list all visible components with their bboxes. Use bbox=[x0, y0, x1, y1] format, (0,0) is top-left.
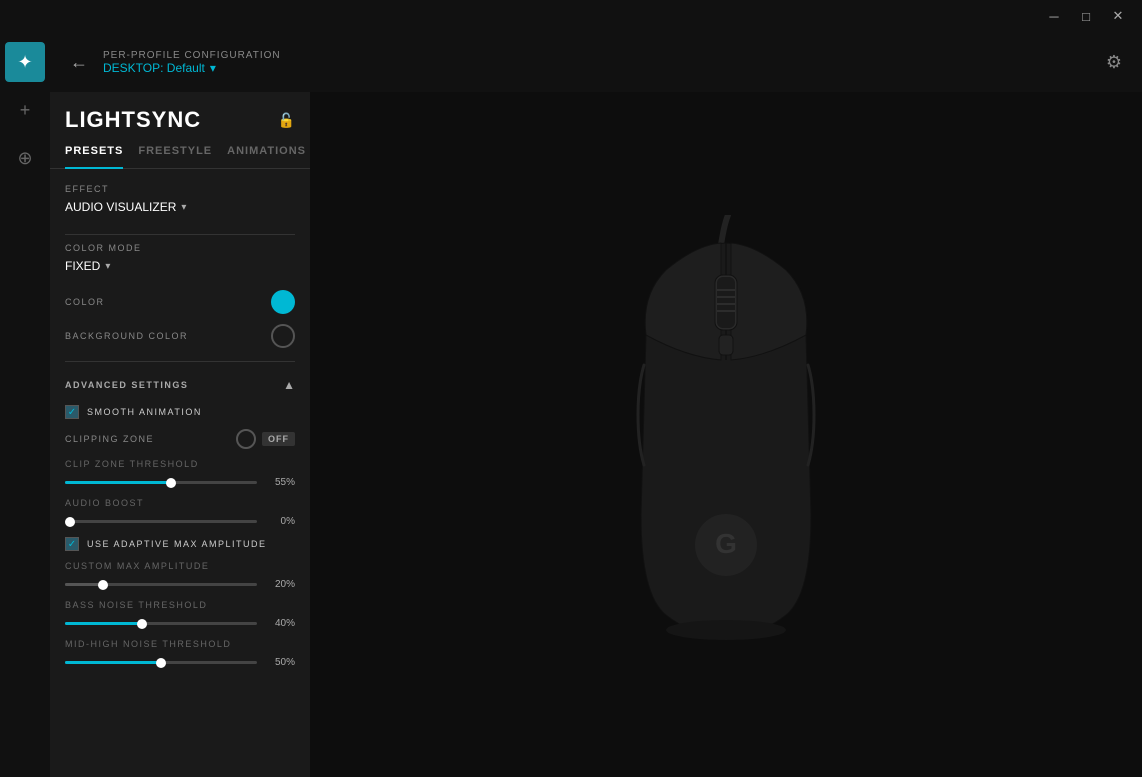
clipping-zone-row: CLIPPING ZONE OFF bbox=[50, 424, 310, 454]
bass-noise-fill bbox=[65, 622, 142, 625]
color-label: COLOR bbox=[65, 297, 105, 307]
lightsync-nav-item[interactable]: ✦ bbox=[5, 42, 45, 82]
svg-text:G: G bbox=[715, 528, 737, 559]
use-adaptive-row: USE ADAPTIVE MAX AMPLITUDE bbox=[50, 532, 310, 556]
clip-zone-threshold-track[interactable] bbox=[65, 481, 257, 484]
bass-noise-thumb[interactable] bbox=[137, 619, 147, 629]
clip-zone-threshold-label: CLIP ZONE THRESHOLD bbox=[65, 459, 295, 469]
bass-noise-section: BASS NOISE THRESHOLD 40% bbox=[50, 595, 310, 634]
clip-zone-value: 55% bbox=[265, 477, 295, 488]
custom-max-amplitude-row: 20% bbox=[65, 579, 295, 590]
header-left: ← PER-PROFILE CONFIGURATION DESKTOP: Def… bbox=[70, 50, 281, 75]
clipping-zone-toggle: OFF bbox=[236, 429, 295, 449]
mid-high-thumb[interactable] bbox=[156, 658, 166, 668]
bass-noise-track[interactable] bbox=[65, 622, 257, 625]
audio-boost-row: 0% bbox=[65, 516, 295, 527]
custom-max-amplitude-label: CUSTOM MAX AMPLITUDE bbox=[65, 561, 295, 571]
panel-header: LIGHTSYNC 🔓 bbox=[50, 92, 310, 133]
mouse-svg: G bbox=[566, 215, 886, 655]
tab-presets[interactable]: PRESETS bbox=[65, 145, 123, 169]
lightsync-icon: ✦ bbox=[17, 52, 32, 73]
color-mode-label: COLOR MODE bbox=[65, 243, 295, 253]
audio-boost-thumb[interactable] bbox=[65, 517, 75, 527]
icon-bar: ✦ + ⊕ bbox=[0, 32, 50, 777]
custom-max-amplitude-track[interactable] bbox=[65, 583, 257, 586]
use-adaptive-checkbox[interactable] bbox=[65, 537, 79, 551]
smooth-animation-label: SMOOTH ANIMATION bbox=[87, 407, 202, 417]
mid-high-noise-label: MID-HIGH NOISE THRESHOLD bbox=[65, 639, 295, 649]
mouse-display: G bbox=[566, 215, 886, 655]
side-panel: LIGHTSYNC 🔓 PRESETS FREESTYLE ANIMATIONS… bbox=[50, 92, 310, 777]
color-mode-arrow: ▾ bbox=[105, 261, 110, 272]
back-button[interactable]: ← bbox=[70, 52, 88, 73]
collapse-icon: ▲ bbox=[283, 378, 295, 392]
header-bar: ← PER-PROFILE CONFIGURATION DESKTOP: Def… bbox=[50, 32, 1142, 92]
advanced-settings-header[interactable]: ADVANCED SETTINGS ▲ bbox=[50, 370, 310, 400]
plus-icon: + bbox=[20, 100, 31, 121]
use-adaptive-label: USE ADAPTIVE MAX AMPLITUDE bbox=[87, 539, 267, 549]
custom-max-thumb[interactable] bbox=[98, 580, 108, 590]
profile-dropdown-arrow: ▾ bbox=[210, 61, 216, 75]
crosshair-icon: ⊕ bbox=[17, 148, 32, 169]
background-color-picker[interactable] bbox=[271, 324, 295, 348]
advanced-title: ADVANCED SETTINGS bbox=[65, 380, 188, 390]
mid-high-value: 50% bbox=[265, 657, 295, 668]
bass-noise-row: 40% bbox=[65, 618, 295, 629]
tabs-container: PRESETS FREESTYLE ANIMATIONS bbox=[50, 133, 310, 169]
clip-zone-thumb[interactable] bbox=[166, 478, 176, 488]
title-bar: ─ □ ✕ bbox=[0, 0, 1142, 32]
color-mode-dropdown[interactable]: FIXED ▾ bbox=[65, 259, 295, 273]
effect-section: EFFECT AUDIO VISUALIZER ▾ bbox=[50, 184, 310, 226]
panel-title: LIGHTSYNC bbox=[65, 107, 201, 133]
audio-boost-label: AUDIO BOOST bbox=[65, 498, 295, 508]
clip-zone-fill bbox=[65, 481, 171, 484]
color-mode-value: FIXED bbox=[65, 259, 100, 273]
clipping-zone-toggle-circle[interactable] bbox=[236, 429, 256, 449]
smooth-animation-row: SMOOTH ANIMATION bbox=[50, 400, 310, 424]
color-mode-section: COLOR MODE FIXED ▾ bbox=[50, 243, 310, 285]
settings-button[interactable]: ⚙ bbox=[1106, 52, 1122, 73]
divider-1 bbox=[65, 234, 295, 235]
clip-zone-threshold-section: CLIP ZONE THRESHOLD 55% bbox=[50, 454, 310, 493]
clip-zone-threshold-row: 55% bbox=[65, 477, 295, 488]
background-color-label: BACKGROUND COLOR bbox=[65, 331, 188, 341]
tab-animations[interactable]: ANIMATIONS bbox=[227, 145, 306, 169]
header-info: PER-PROFILE CONFIGURATION DESKTOP: Defau… bbox=[103, 50, 281, 75]
background-color-row: BACKGROUND COLOR bbox=[50, 319, 310, 353]
color-picker[interactable] bbox=[271, 290, 295, 314]
mid-high-noise-track[interactable] bbox=[65, 661, 257, 664]
effect-dropdown[interactable]: AUDIO VISUALIZER ▾ bbox=[65, 200, 295, 214]
minimize-button[interactable]: ─ bbox=[1038, 0, 1070, 32]
profile-name: DESKTOP: Default bbox=[103, 61, 205, 75]
bass-noise-label: BASS NOISE THRESHOLD bbox=[65, 600, 295, 610]
color-row: COLOR bbox=[50, 285, 310, 319]
content-area: G bbox=[310, 92, 1142, 777]
effect-dropdown-arrow: ▾ bbox=[181, 202, 186, 213]
mid-high-noise-section: MID-HIGH NOISE THRESHOLD 50% bbox=[50, 634, 310, 673]
smooth-animation-checkbox[interactable] bbox=[65, 405, 79, 419]
divider-2 bbox=[65, 361, 295, 362]
close-button[interactable]: ✕ bbox=[1102, 0, 1134, 32]
crosshair-nav-item[interactable]: ⊕ bbox=[5, 138, 45, 178]
tab-freestyle[interactable]: FREESTYLE bbox=[138, 145, 212, 169]
audio-boost-track[interactable] bbox=[65, 520, 257, 523]
audio-boost-section: AUDIO BOOST 0% bbox=[50, 493, 310, 532]
header-subtitle: PER-PROFILE CONFIGURATION bbox=[103, 50, 281, 61]
add-nav-item[interactable]: + bbox=[5, 90, 45, 130]
effect-label: EFFECT bbox=[65, 184, 295, 194]
audio-boost-value: 0% bbox=[265, 516, 295, 527]
effect-value: AUDIO VISUALIZER bbox=[65, 200, 176, 214]
lock-icon: 🔓 bbox=[278, 112, 295, 129]
mid-high-fill bbox=[65, 661, 161, 664]
maximize-button[interactable]: □ bbox=[1070, 0, 1102, 32]
clipping-zone-badge: OFF bbox=[262, 432, 295, 446]
clipping-zone-label: CLIPPING ZONE bbox=[65, 434, 154, 444]
profile-dropdown[interactable]: DESKTOP: Default ▾ bbox=[103, 61, 281, 75]
custom-max-amplitude-section: CUSTOM MAX AMPLITUDE 20% bbox=[50, 556, 310, 595]
mid-high-noise-row: 50% bbox=[65, 657, 295, 668]
bass-noise-value: 40% bbox=[265, 618, 295, 629]
custom-max-value: 20% bbox=[265, 579, 295, 590]
